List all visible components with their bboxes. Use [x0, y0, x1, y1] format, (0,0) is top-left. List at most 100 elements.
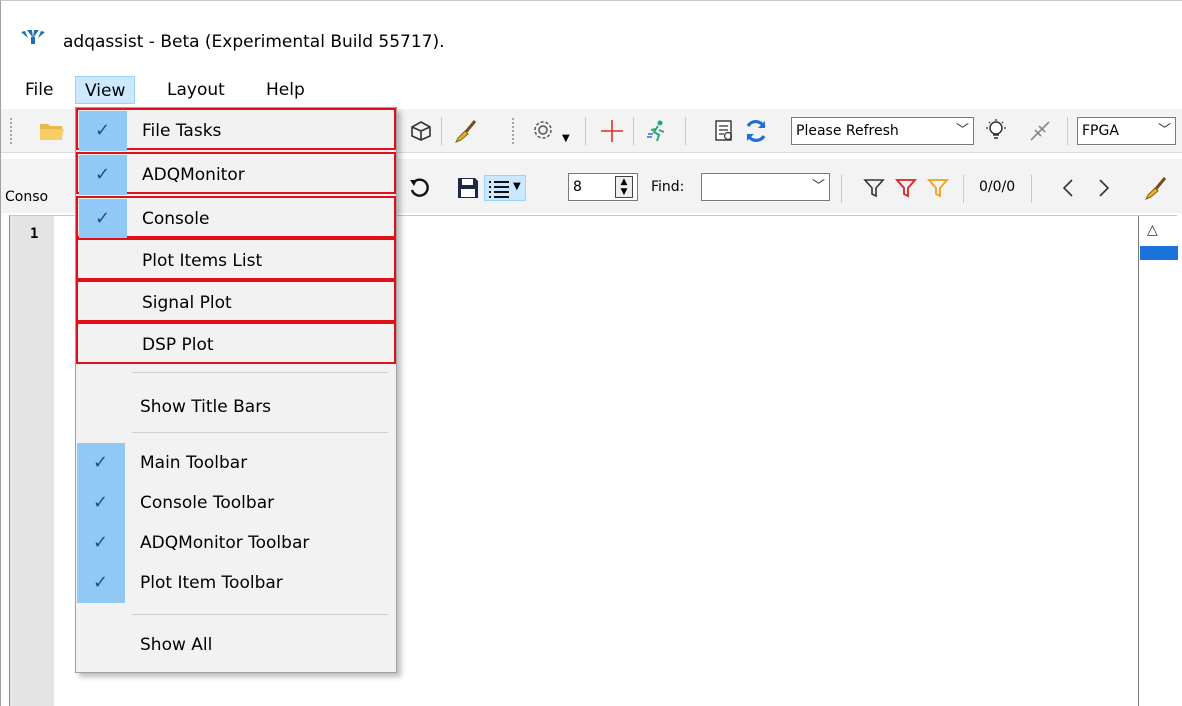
- view-menu-item-adqmonitor-toolbar[interactable]: ✓ ADQMonitor Toolbar: [76, 522, 396, 564]
- view-menu-item-file-tasks[interactable]: ✓ File Tasks: [76, 108, 396, 151]
- lightbulb-icon[interactable]: [981, 116, 1011, 146]
- checkmark-icon: ✓: [95, 208, 111, 229]
- cube-icon[interactable]: [406, 116, 436, 146]
- view-menu-item-plot-items-list[interactable]: Plot Items List: [76, 238, 396, 280]
- vertical-scrollbar[interactable]: △: [1138, 216, 1178, 706]
- broom-clear-icon[interactable]: [1141, 173, 1171, 203]
- menu-item-label: Console: [142, 209, 210, 229]
- line-number: 1: [30, 226, 39, 242]
- toolbar-separator-4: [685, 117, 686, 145]
- chevron-down-icon: ﹀: [1157, 123, 1171, 138]
- line-number-gutter: 1: [10, 216, 54, 706]
- checkmark-icon: ✓: [93, 572, 109, 593]
- refresh-icon[interactable]: [741, 116, 771, 146]
- toolbar-separator-8: [1031, 175, 1032, 203]
- view-menu-item-show-all[interactable]: Show All: [76, 624, 396, 666]
- menu-separator: [132, 432, 388, 433]
- view-menu-item-dsp-plot[interactable]: DSP Plot: [76, 322, 396, 364]
- teledyne-logo-icon: [21, 30, 45, 44]
- device-select[interactable]: Please Refresh ﹀: [791, 117, 974, 145]
- find-input[interactable]: ﹀: [701, 173, 830, 201]
- menu-item-label: ADQMonitor: [142, 165, 245, 185]
- checkmark-icon: ✓: [93, 532, 109, 553]
- window-title: adqassist - Beta (Experimental Build 557…: [63, 32, 445, 52]
- view-menu-item-signal-plot[interactable]: Signal Plot: [76, 280, 396, 322]
- menu-item-label: Show All: [140, 635, 213, 655]
- view-menu-item-plot-item-toolbar[interactable]: ✓ Plot Item Toolbar: [76, 562, 396, 604]
- menu-view[interactable]: View: [75, 76, 136, 104]
- app-window: adqassist - Beta (Experimental Build 557…: [0, 0, 1182, 706]
- checkmark-icon: ✓: [93, 492, 109, 513]
- check-highlight: ✓: [79, 111, 127, 151]
- menu-item-label: ADQMonitor Toolbar: [140, 533, 310, 553]
- toolbar-separator: [441, 117, 442, 145]
- checkmark-icon: ✓: [95, 120, 111, 141]
- broom-icon[interactable]: [451, 116, 481, 146]
- save-disk-icon[interactable]: [453, 173, 483, 203]
- menu-item-label: Show Title Bars: [140, 397, 272, 417]
- undo-rotate-icon[interactable]: [404, 173, 434, 203]
- next-chevron-icon[interactable]: [1089, 173, 1119, 203]
- menu-separator: [132, 614, 388, 615]
- view-menu-item-show-title-bars[interactable]: Show Title Bars: [76, 386, 396, 428]
- list-dropdown-arrow-icon: ▼: [513, 181, 521, 192]
- menu-item-label: Console Toolbar: [140, 493, 275, 513]
- open-folder-icon[interactable]: [37, 116, 67, 146]
- view-menu-item-main-toolbar[interactable]: ✓ Main Toolbar: [76, 442, 396, 484]
- menu-bar: File View Layout Help: [1, 73, 1182, 107]
- filter-orange-icon[interactable]: [923, 173, 953, 203]
- toolbar-grip[interactable]: [9, 117, 13, 145]
- scroll-up-arrow-icon[interactable]: △: [1147, 222, 1158, 238]
- scrollbar-thumb[interactable]: [1140, 246, 1178, 260]
- previous-chevron-icon[interactable]: [1053, 173, 1083, 203]
- check-highlight: ✓: [77, 523, 125, 563]
- settings-gear-icon[interactable]: [529, 116, 559, 146]
- menu-help[interactable]: Help: [257, 76, 314, 104]
- menu-item-label: Plot Items List: [142, 251, 263, 271]
- check-highlight: ✓: [77, 443, 125, 483]
- toolbar-grip-2[interactable]: [511, 117, 515, 145]
- title-bar: adqassist - Beta (Experimental Build 557…: [1, 1, 1182, 71]
- view-menu-item-console-toolbar[interactable]: ✓ Console Toolbar: [76, 482, 396, 524]
- filter-icon[interactable]: [859, 173, 889, 203]
- run-figure-icon[interactable]: [642, 116, 672, 146]
- view-menu-dropdown: ✓ File Tasks ✓ ADQMonitor ✓ Console Plot…: [75, 107, 397, 673]
- crosshair-icon[interactable]: [597, 116, 627, 146]
- spin-up-down-icon[interactable]: ▲ ▼: [615, 176, 633, 198]
- checkmark-icon: ✓: [95, 164, 111, 185]
- toolbar-separator-6: [841, 175, 842, 203]
- menu-item-label: Main Toolbar: [140, 453, 248, 473]
- toolbar-separator-2: [585, 117, 586, 145]
- lines-count-input[interactable]: 8 ▲ ▼: [568, 173, 638, 201]
- check-highlight: ✓: [77, 483, 125, 523]
- fpga-select-value: FPGA: [1082, 123, 1119, 139]
- fpga-select[interactable]: FPGA ﹀: [1077, 117, 1176, 145]
- list-lines-icon: [489, 181, 509, 198]
- toolbar-separator-3: [633, 117, 634, 145]
- view-menu-item-adqmonitor[interactable]: ✓ ADQMonitor: [76, 152, 396, 195]
- script-icon[interactable]: [709, 116, 739, 146]
- toolbar-separator-7: [963, 175, 964, 203]
- chevron-down-icon: ﹀: [811, 179, 825, 194]
- menu-layout[interactable]: Layout: [158, 76, 234, 104]
- check-highlight: ✓: [79, 155, 127, 195]
- checkmark-icon: ✓: [93, 452, 109, 473]
- menu-item-label: Signal Plot: [142, 293, 232, 313]
- settings-dropdown-arrow-icon[interactable]: ▼: [562, 133, 570, 144]
- chevron-down-icon: ﹀: [955, 123, 969, 138]
- toolbar-separator-5: [1067, 117, 1068, 145]
- menu-separator: [132, 372, 388, 373]
- menu-item-label: File Tasks: [142, 121, 222, 141]
- list-view-button[interactable]: ▼: [484, 175, 526, 201]
- check-highlight: ✓: [79, 199, 127, 239]
- device-select-value: Please Refresh: [796, 123, 899, 139]
- lines-count-value: 8: [573, 179, 582, 195]
- menu-item-label: DSP Plot: [142, 335, 214, 355]
- dna-probe-icon[interactable]: [1025, 116, 1055, 146]
- find-label: Find:: [651, 179, 685, 195]
- menu-item-label: Plot Item Toolbar: [140, 573, 283, 593]
- menu-file[interactable]: File: [16, 76, 62, 104]
- filter-red-icon[interactable]: [891, 173, 921, 203]
- view-menu-item-console[interactable]: ✓ Console: [76, 196, 396, 239]
- match-counter: 0/0/0: [979, 179, 1016, 195]
